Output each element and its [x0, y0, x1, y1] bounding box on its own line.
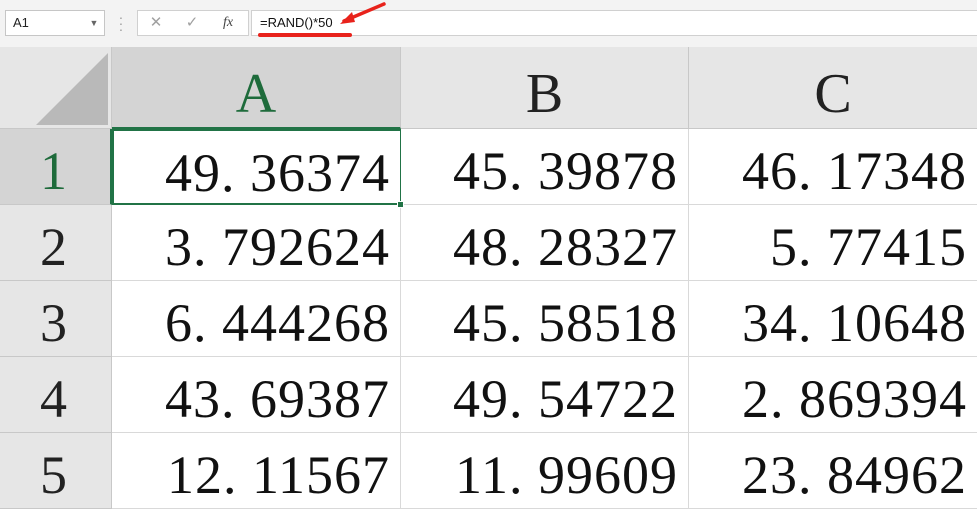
red-arrow-annotation: [340, 2, 386, 24]
cell-b2[interactable]: 48. 28327: [401, 205, 689, 281]
row-header-2[interactable]: 2: [0, 205, 112, 281]
fill-handle[interactable]: [397, 201, 404, 208]
cell-a4[interactable]: 43. 69387: [112, 357, 401, 433]
cancel-icon[interactable]: ✕: [146, 11, 166, 35]
chevron-down-icon[interactable]: ▼: [87, 11, 101, 35]
cell-c1[interactable]: 46. 17348: [689, 129, 977, 205]
spreadsheet-grid: A B C 1 49. 36374 45. 39878 46. 17348 2 …: [0, 47, 977, 509]
red-underline-annotation: [258, 33, 352, 37]
enter-icon[interactable]: ✓: [182, 11, 202, 35]
cell-b5[interactable]: 11. 99609: [401, 433, 689, 509]
cell-c2[interactable]: 5. 77415: [689, 205, 977, 281]
row-header-5[interactable]: 5: [0, 433, 112, 509]
name-box-value: A1: [13, 15, 29, 30]
insert-function-icon[interactable]: fx: [218, 11, 238, 35]
column-header-a[interactable]: A: [112, 47, 401, 129]
column-header-b[interactable]: B: [401, 47, 689, 129]
row-header-1[interactable]: 1: [0, 129, 112, 205]
cell-c4[interactable]: 2. 869394: [689, 357, 977, 433]
cell-a5[interactable]: 12. 11567: [112, 433, 401, 509]
formula-controls: ✕ ✓ fx: [137, 10, 249, 36]
row-header-4[interactable]: 4: [0, 357, 112, 433]
row-header-3[interactable]: 3: [0, 281, 112, 357]
formula-bar: A1 ▼ · · · ✕ ✓ fx =RAND()*50: [0, 0, 977, 47]
cell-b1[interactable]: 45. 39878: [401, 129, 689, 205]
cell-a1[interactable]: 49. 36374: [112, 129, 402, 205]
cell-b4[interactable]: 49. 54722: [401, 357, 689, 433]
column-header-c[interactable]: C: [689, 47, 977, 129]
name-box[interactable]: A1 ▼: [5, 10, 105, 36]
cell-c3[interactable]: 34. 10648: [689, 281, 977, 357]
cell-c5[interactable]: 23. 84962: [689, 433, 977, 509]
cell-a3[interactable]: 6. 444268: [112, 281, 401, 357]
select-all-triangle-icon: [36, 53, 108, 125]
select-all-corner[interactable]: [0, 47, 112, 129]
more-options-icon[interactable]: · · ·: [118, 10, 124, 36]
cell-a2[interactable]: 3. 792624: [112, 205, 401, 281]
cell-b3[interactable]: 45. 58518: [401, 281, 689, 357]
